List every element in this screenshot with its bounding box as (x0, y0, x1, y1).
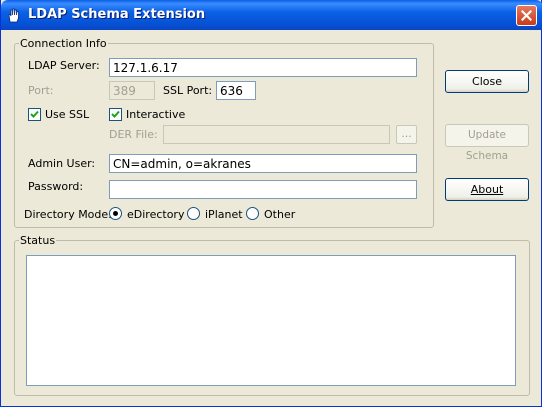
close-button[interactable]: Close (445, 70, 529, 93)
port-input (109, 81, 155, 100)
iplanet-label: iPlanet (205, 208, 243, 221)
port-label: Port: (28, 84, 54, 97)
title-bar[interactable]: LDAP Schema Extension (1, 0, 542, 30)
status-log[interactable] (26, 255, 516, 386)
ldap-server-label: LDAP Server: (28, 59, 100, 72)
about-button[interactable]: About (445, 178, 529, 201)
connection-info-legend: Connection Info (20, 37, 107, 50)
status-legend: Status (20, 234, 56, 247)
other-radio[interactable] (246, 207, 259, 220)
interactive-checkbox[interactable] (109, 108, 122, 121)
password-input[interactable] (109, 180, 417, 199)
use-ssl-checkbox[interactable] (28, 108, 41, 121)
checkmark-icon (111, 110, 120, 118)
update-schema-button: Update Schema (445, 124, 529, 162)
radio-dot (113, 211, 118, 216)
use-ssl-label: Use SSL (45, 108, 90, 121)
dialog-window: LDAP Schema Extension Connection Info LD… (0, 0, 542, 407)
hand-icon (8, 8, 19, 23)
directory-mode-label: Directory Mode: (24, 208, 112, 221)
close-icon (521, 10, 532, 21)
window-title: LDAP Schema Extension (28, 7, 206, 22)
ldap-server-input[interactable] (109, 58, 417, 77)
ssl-port-input[interactable] (216, 81, 256, 100)
password-label: Password: (28, 180, 84, 193)
admin-user-input[interactable] (109, 154, 417, 173)
ssl-port-label: SSL Port: (163, 84, 213, 97)
admin-user-label: Admin User: (28, 157, 96, 170)
checkmark-icon (30, 110, 39, 118)
edirectory-label: eDirectory (127, 208, 185, 221)
other-label: Other (264, 208, 296, 221)
edirectory-radio[interactable] (109, 207, 122, 220)
browse-button: ... (396, 125, 417, 144)
iplanet-radio[interactable] (187, 207, 200, 220)
der-file-input (163, 125, 390, 144)
close-window-button[interactable] (516, 5, 537, 26)
interactive-label: Interactive (126, 108, 186, 121)
der-file-label: DER File: (109, 128, 158, 141)
